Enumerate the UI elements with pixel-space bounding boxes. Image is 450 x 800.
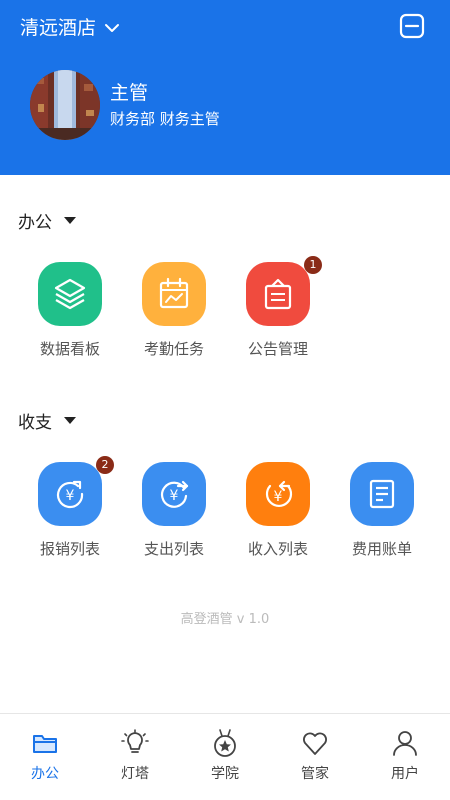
tile-label: 考勤任务	[143, 340, 204, 358]
tile-expense-list[interactable]: ¥ 支出列表	[122, 462, 226, 560]
section-office-toggle[interactable]: 办公	[18, 208, 76, 233]
folder-icon	[33, 735, 57, 753]
tile-cost-bills[interactable]: 费用账单	[330, 462, 434, 560]
app-version: 高登酒管 v 1.0	[180, 612, 270, 627]
heart-icon	[303, 732, 327, 755]
tile-income-list[interactable]: ¥ 收入列表	[226, 462, 330, 560]
tab-label: 办公	[31, 766, 59, 782]
tile-label: 支出列表	[143, 540, 204, 558]
header: 清远酒店 主管 财务部 财务主管	[0, 0, 450, 175]
tile-notice-management[interactable]: 1 公告管理	[226, 256, 330, 360]
tab-academy[interactable]: 学院	[180, 714, 270, 800]
avatar[interactable]	[30, 70, 100, 140]
tile-reimbursement-list[interactable]: ¥ 2 报销列表	[18, 456, 122, 560]
calendar-chart-icon	[142, 262, 206, 326]
tile-label: 报销列表	[39, 540, 100, 558]
layers-icon	[38, 262, 102, 326]
tab-lighthouse[interactable]: 灯塔	[90, 714, 180, 800]
tab-office[interactable]: 办公	[0, 714, 90, 800]
tile-label: 费用账单	[351, 540, 412, 558]
section-finance-toggle[interactable]: 收支	[18, 408, 76, 433]
user-name: 主管	[110, 82, 149, 104]
caret-down-icon	[64, 416, 76, 424]
section-title: 办公	[18, 212, 52, 233]
tile-data-dashboard[interactable]: 数据看板	[18, 262, 122, 360]
notification-badge: 2	[96, 456, 114, 474]
tile-attendance-tasks[interactable]: 考勤任务	[122, 262, 226, 360]
svg-text:¥: ¥	[170, 488, 179, 504]
collapse-icon[interactable]	[399, 13, 425, 39]
notification-badge: 1	[304, 256, 322, 274]
bottom-tab-bar: 办公 灯塔 学院 管家 用户	[0, 713, 450, 800]
chevron-down-icon	[105, 24, 120, 32]
yuan-return-icon: ¥ 2	[38, 456, 114, 526]
yuan-in-icon: ¥	[246, 462, 310, 526]
caret-down-icon	[64, 216, 76, 224]
tab-label: 学院	[211, 766, 239, 782]
tile-label: 收入列表	[247, 540, 308, 558]
tab-butler[interactable]: 管家	[270, 714, 360, 800]
tile-label: 数据看板	[39, 340, 100, 358]
tile-label: 公告管理	[247, 340, 308, 358]
bill-icon	[350, 462, 414, 526]
tab-label: 灯塔	[121, 766, 149, 782]
section-title: 收支	[18, 412, 52, 433]
hotel-switcher[interactable]: 清远酒店	[20, 14, 120, 42]
notice-board-icon: 1	[246, 256, 322, 326]
user-icon	[393, 731, 417, 756]
finance-grid: ¥ 2 报销列表 ¥ 支出列表 ¥ 收入列表 费用账单	[18, 456, 434, 560]
lightbulb-icon	[121, 729, 149, 753]
svg-text:¥: ¥	[66, 488, 75, 504]
tab-label: 用户	[391, 766, 419, 782]
tab-user[interactable]: 用户	[360, 714, 450, 800]
yuan-out-icon: ¥	[142, 462, 206, 526]
user-profile[interactable]: 主管 财务部 财务主管	[30, 70, 220, 140]
tab-label: 管家	[301, 766, 329, 782]
hotel-name: 清远酒店	[20, 17, 97, 39]
medal-icon	[214, 729, 236, 757]
office-grid: 数据看板 考勤任务 1 公告管理	[18, 256, 330, 360]
user-department: 财务部 财务主管	[110, 110, 220, 128]
svg-text:¥: ¥	[274, 489, 283, 505]
